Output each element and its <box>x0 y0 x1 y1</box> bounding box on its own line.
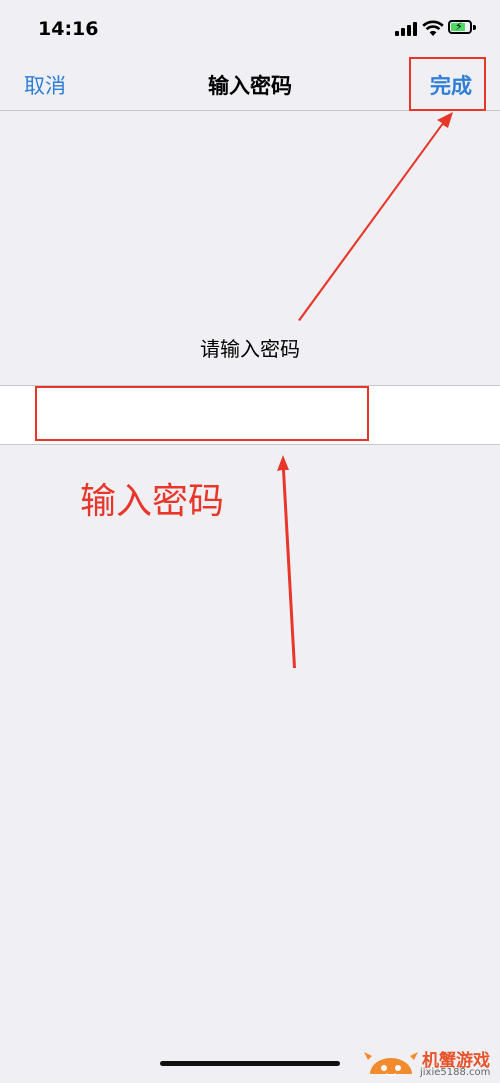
cellular-signal-icon <box>395 22 417 36</box>
watermark: 机蟹游戏 jixie5188.com <box>362 1040 500 1083</box>
crab-logo-icon <box>364 1052 418 1077</box>
watermark-url: jixie5188.com <box>420 1067 491 1078</box>
password-prompt: 请输入密码 <box>200 337 300 361</box>
annotation-arrows <box>277 112 453 668</box>
arrow-to-field-icon <box>277 455 296 668</box>
status-bar: 14:16 ⚡ <box>0 0 500 60</box>
done-highlight-box <box>409 57 486 111</box>
annotation-label: 输入密码 <box>80 481 225 522</box>
battery-icon: ⚡ <box>448 20 472 34</box>
password-field-highlight-box <box>35 386 369 441</box>
wifi-icon <box>422 20 444 36</box>
home-indicator <box>160 1061 340 1066</box>
status-time: 14:16 <box>38 18 99 40</box>
arrow-to-done-icon <box>298 112 453 321</box>
battery-cap <box>473 25 476 30</box>
